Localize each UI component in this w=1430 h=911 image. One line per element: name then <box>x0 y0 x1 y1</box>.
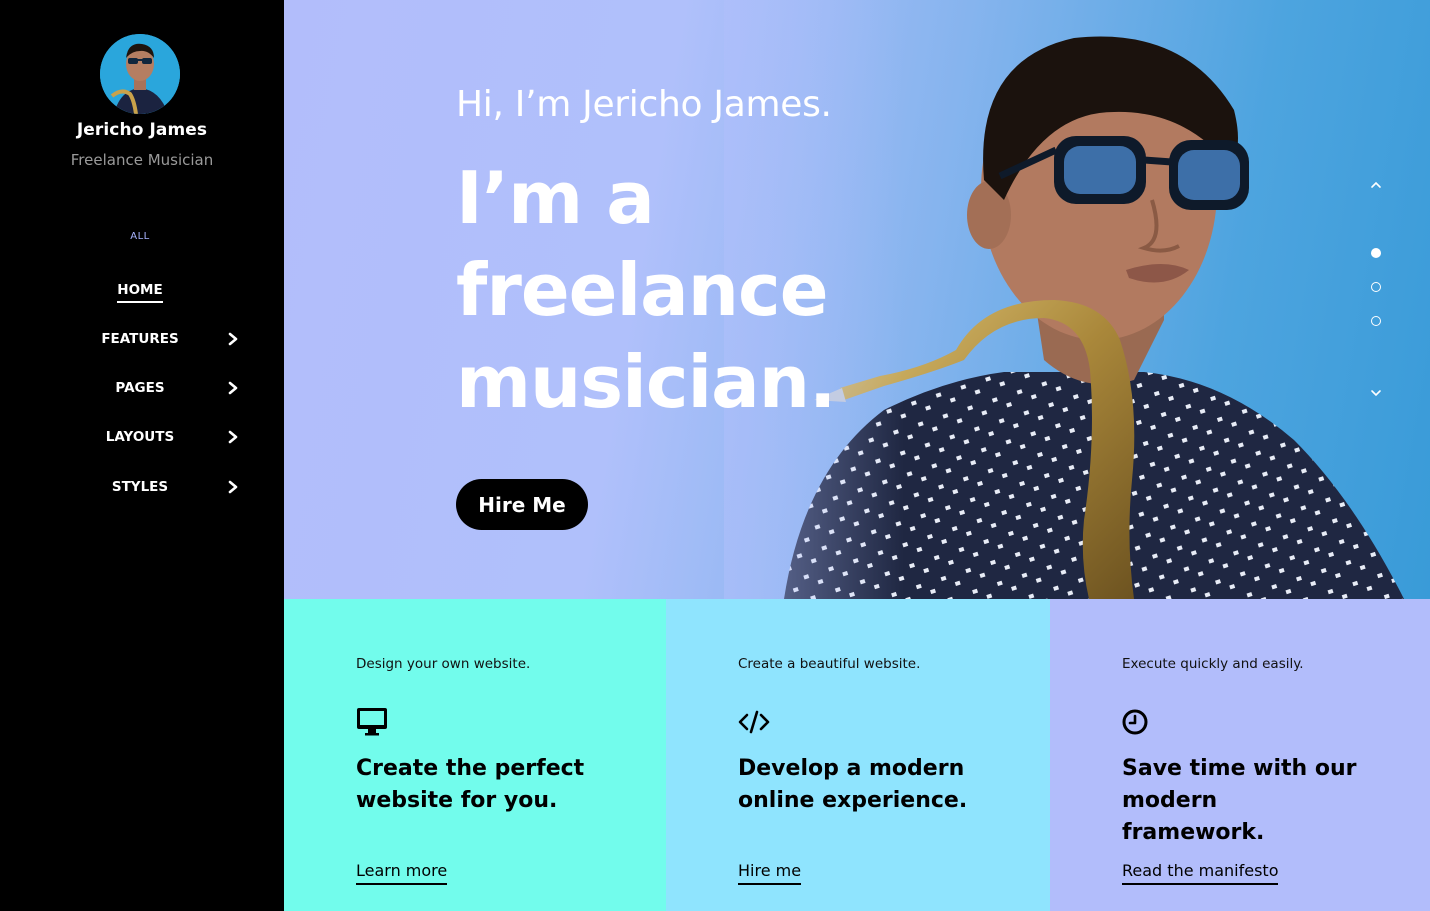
card-title: Save time with our modern framework. <box>1122 756 1357 845</box>
slide-dot-2[interactable] <box>1371 282 1381 292</box>
chevron-right-icon[interactable] <box>226 381 240 395</box>
chevron-right-icon[interactable] <box>226 480 240 494</box>
read-the-manifesto-link[interactable]: Read the manifesto <box>1122 861 1279 885</box>
nav-filter-all[interactable]: ALL <box>0 231 280 242</box>
clock-icon <box>1122 709 1148 735</box>
sidebar-item-label: HOME <box>117 282 163 303</box>
profile-name: Jericho James <box>76 120 208 140</box>
chevron-up-icon[interactable] <box>1369 178 1383 192</box>
code-icon <box>738 710 770 734</box>
feature-card-create: Design your own website. Create the perf… <box>284 599 666 911</box>
slide-dot-3[interactable] <box>1371 316 1381 326</box>
hero-headline: I’m a freelance musician. <box>456 156 836 424</box>
hire-me-link[interactable]: Hire me <box>738 861 802 885</box>
chevron-down-icon[interactable] <box>1369 386 1383 400</box>
desktop-icon <box>357 708 387 736</box>
card-kicker: Design your own website. <box>356 656 531 672</box>
profile-role: Freelance Musician <box>70 151 214 169</box>
feature-card-develop: Create a beautiful website. Develop a mo… <box>666 599 1050 911</box>
sidebar-item-styles[interactable]: STYLES <box>0 471 284 501</box>
card-kicker: Execute quickly and easily. <box>1122 656 1304 672</box>
card-kicker: Create a beautiful website. <box>738 656 921 672</box>
chevron-right-icon[interactable] <box>226 430 240 444</box>
sidebar-item-home[interactable]: HOME <box>0 274 284 304</box>
sidebar-item-pages[interactable]: PAGES <box>0 372 284 402</box>
sidebar: Jericho James Freelance Musician ALL HOM… <box>0 0 284 911</box>
slide-navigation <box>1366 170 1386 410</box>
avatar-portrait-image <box>100 34 180 114</box>
avatar[interactable] <box>100 34 180 114</box>
card-title: Create the perfect website for you. <box>356 756 585 813</box>
sidebar-item-features[interactable]: FEATURES <box>0 323 284 353</box>
chevron-right-icon[interactable] <box>226 332 240 346</box>
sidebar-item-layouts[interactable]: LAYOUTS <box>0 421 284 451</box>
hero-greeting: Hi, I’m Jericho James. <box>456 84 832 125</box>
hero-section: Hi, I’m Jericho James. I’m a freelance m… <box>284 0 1430 599</box>
hire-me-button[interactable]: Hire Me <box>456 479 588 530</box>
slide-dot-1[interactable] <box>1371 248 1381 258</box>
feature-card-save-time: Execute quickly and easily. Save time wi… <box>1050 599 1430 911</box>
card-title: Develop a modern online experience. <box>738 756 968 813</box>
learn-more-link[interactable]: Learn more <box>356 861 448 885</box>
